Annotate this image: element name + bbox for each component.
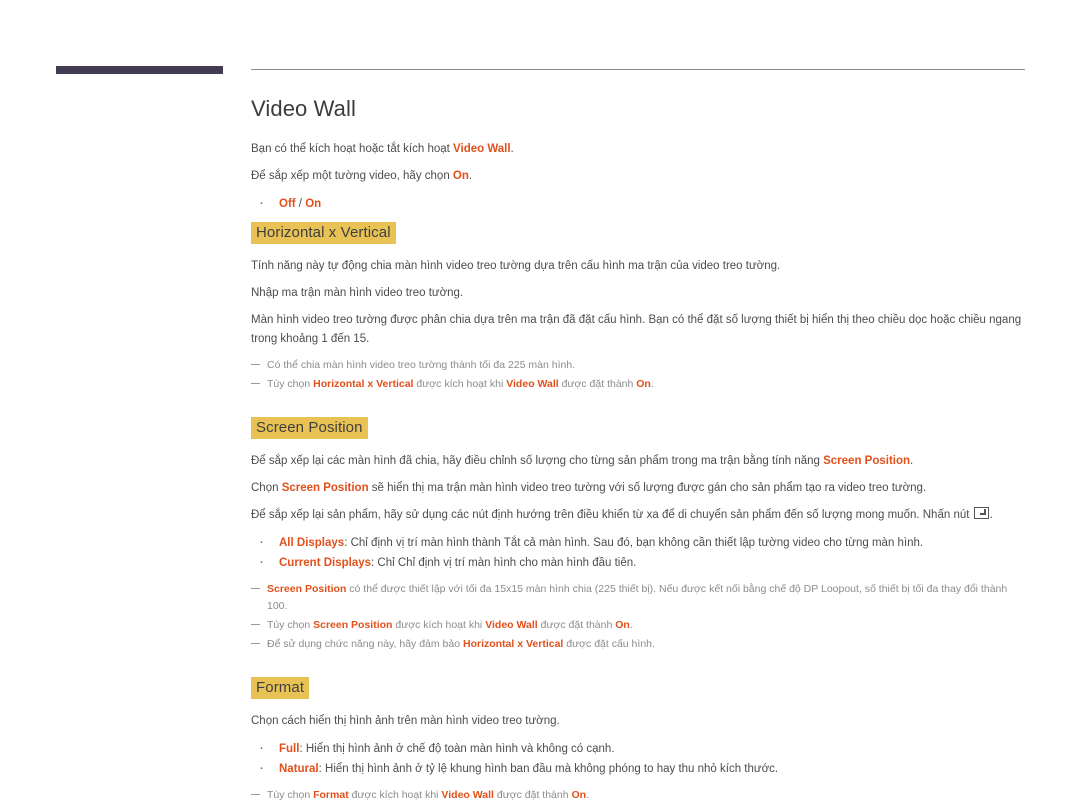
note-fragment: On xyxy=(636,378,651,390)
header-divider-rule xyxy=(251,69,1025,70)
note-fragment: Tùy chọn xyxy=(267,619,314,631)
header-accent-bar xyxy=(56,66,223,74)
intro-line-2-term: On xyxy=(452,170,469,182)
intro-line-1-post: . xyxy=(510,143,514,155)
section-heading-format: Format xyxy=(251,677,310,699)
option-description: Hiển thị hình ảnh ở chế độ toàn màn hình… xyxy=(305,743,615,755)
section-screen-position: Screen Position Để sắp xếp lại các màn hì… xyxy=(251,417,1026,653)
note-fragment: được đặt thành xyxy=(558,378,637,390)
note-fragment: được kích hoạt khi xyxy=(413,378,507,390)
paragraph-fragment: . xyxy=(910,455,914,467)
section-heading-screen-position: Screen Position xyxy=(251,417,368,439)
paragraph: Để sắp xếp lại các màn hình đã chia, hãy… xyxy=(251,452,1026,471)
document-content: Video Wall Bạn có thể kích hoạt hoặc tắt… xyxy=(251,96,1026,806)
option-separator: / xyxy=(295,198,306,210)
note-fragment: On xyxy=(615,619,630,631)
note-fragment: Video Wall xyxy=(441,789,494,801)
notes-list: Tùy chọn Format được kích hoạt khi Video… xyxy=(251,787,1026,804)
paragraph-fragment: . xyxy=(989,509,993,521)
paragraph-fragment: sẽ hiển thị ma trận màn hình video treo … xyxy=(368,482,927,494)
paragraph-fragment: Để sắp xếp lại sản phẩm, hãy sử dụng các… xyxy=(251,509,973,521)
note-fragment: được kích hoạt khi xyxy=(348,789,442,801)
paragraph: Chọn Screen Position sẽ hiển thị ma trận… xyxy=(251,479,1026,498)
notes-list: Có thể chia màn hình video treo tường th… xyxy=(251,357,1026,393)
paragraph: Chọn cách hiển thị hình ảnh trên màn hìn… xyxy=(251,715,560,727)
note-fragment: Có thể chia màn hình video treo tường th… xyxy=(267,359,576,371)
note-fragment: . xyxy=(650,378,654,390)
option-description: Chỉ định vị trí màn hình thành Tắt cả mà… xyxy=(350,537,924,549)
paragraph-fragment: Screen Position xyxy=(823,455,911,467)
sections-container: Horizontal x Vertical Tính năng này tự độ… xyxy=(251,222,1026,804)
paragraph: Tính năng này tự động chia màn hình vide… xyxy=(251,260,781,272)
intro-line-2-post: . xyxy=(468,170,473,182)
paragraph: Nhập ma trận màn hình video treo tường. xyxy=(251,287,464,299)
note-fragment: Horizontal x Vertical xyxy=(462,638,564,650)
note-item: Tùy chọn Horizontal x Vertical được kích… xyxy=(251,376,1026,393)
note-fragment: Format xyxy=(313,789,349,801)
intro-line-1-term: Video Wall xyxy=(453,143,511,155)
page-title: Video Wall xyxy=(251,96,356,121)
note-fragment: được kích hoạt khi xyxy=(392,619,486,631)
note-fragment: có thể được thiết lập với tối đa 15x15 m… xyxy=(267,583,1008,612)
option-term: Full xyxy=(279,743,300,755)
section-horizontal-x-vertical: Horizontal x Vertical Tính năng này tự độ… xyxy=(251,222,1026,393)
note-fragment: . xyxy=(629,619,633,631)
paragraph-fragment: Để sắp xếp lại các màn hình đã chia, hãy… xyxy=(251,455,824,467)
list-item: Off / On xyxy=(251,193,1026,214)
section-format: Format Chọn cách hiển thị hình ảnh trên m… xyxy=(251,677,1026,804)
list-item: Current Displays: Chỉ Chỉ định vị trí mà… xyxy=(251,552,1026,573)
note-item: Để sử dụng chức năng này, hãy đảm bảo Ho… xyxy=(251,636,1026,653)
note-fragment: được đặt thành xyxy=(537,619,616,631)
note-item: Có thể chia màn hình video treo tường th… xyxy=(251,357,1026,374)
note-fragment: được đặt thành xyxy=(493,789,572,801)
paragraph: Để sắp xếp lại sản phẩm, hãy sử dụng các… xyxy=(251,506,1026,525)
paragraph-fragment: Chọn xyxy=(251,482,282,494)
option-term: All Displays xyxy=(279,537,345,549)
paragraph-fragment: Screen Position xyxy=(281,482,369,494)
note-fragment: Screen Position xyxy=(267,583,347,595)
list-item: Natural: Hiển thị hình ảnh ở tỷ lệ khung… xyxy=(251,758,1026,779)
note-fragment: Screen Position xyxy=(313,619,393,631)
note-fragment: Video Wall xyxy=(506,378,559,390)
intro-line-2: Để sắp xếp một tường video, hãy chọn On. xyxy=(251,167,1026,186)
note-item: Tùy chọn Format được kích hoạt khi Video… xyxy=(251,787,1026,804)
note-fragment: Horizontal x Vertical xyxy=(313,378,414,390)
notes-list: Screen Position có thể được thiết lập vớ… xyxy=(251,581,1026,653)
intro-options-list: Off / On xyxy=(251,193,1026,214)
intro-line-1: Bạn có thể kích hoạt hoặc tắt kích hoạt … xyxy=(251,140,1026,159)
document-page: Video Wall Bạn có thể kích hoạt hoặc tắt… xyxy=(0,0,1080,801)
options-list: Full: Hiển thị hình ảnh ở chế độ toàn mà… xyxy=(251,738,1026,779)
note-fragment: On xyxy=(571,789,587,801)
option-term: Current Displays xyxy=(279,557,372,569)
options-list: All Displays: Chỉ định vị trí màn hình t… xyxy=(251,532,1026,573)
note-fragment: Để sử dụng chức năng này, hãy đảm bảo xyxy=(267,638,463,650)
intro-block: Bạn có thể kích hoạt hoặc tắt kích hoạt … xyxy=(251,140,1026,214)
note-fragment: . xyxy=(586,789,589,801)
section-heading-horizontal-x-vertical: Horizontal x Vertical xyxy=(251,222,396,244)
option-on: On xyxy=(305,198,322,210)
note-fragment: Tùy chọn xyxy=(267,378,314,390)
enter-key-icon xyxy=(973,507,989,519)
paragraph: Màn hình video treo tường được phân chia… xyxy=(251,314,1022,345)
note-fragment: được đặt cấu hình. xyxy=(563,638,655,650)
option-description: Hiển thị hình ảnh ở tỷ lệ khung hình ban… xyxy=(325,763,779,775)
option-term: Natural xyxy=(279,763,319,775)
intro-line-2-pre: Để sắp xếp một tường video, hãy chọn xyxy=(251,170,453,182)
intro-line-1-pre: Bạn có thể kích hoạt hoặc tắt kích hoạt xyxy=(251,143,454,155)
note-fragment: Video Wall xyxy=(485,619,538,631)
option-description: Chỉ Chỉ định vị trí màn hình cho màn hìn… xyxy=(377,557,637,569)
list-item: All Displays: Chỉ định vị trí màn hình t… xyxy=(251,532,1026,553)
note-fragment: Tùy chọn xyxy=(267,789,314,801)
option-off: Off xyxy=(279,198,296,210)
note-item: Tùy chọn Screen Position được kích hoạt … xyxy=(251,617,1026,634)
note-item: Screen Position có thể được thiết lập vớ… xyxy=(251,581,1026,615)
list-item: Full: Hiển thị hình ảnh ở chế độ toàn mà… xyxy=(251,738,1026,759)
